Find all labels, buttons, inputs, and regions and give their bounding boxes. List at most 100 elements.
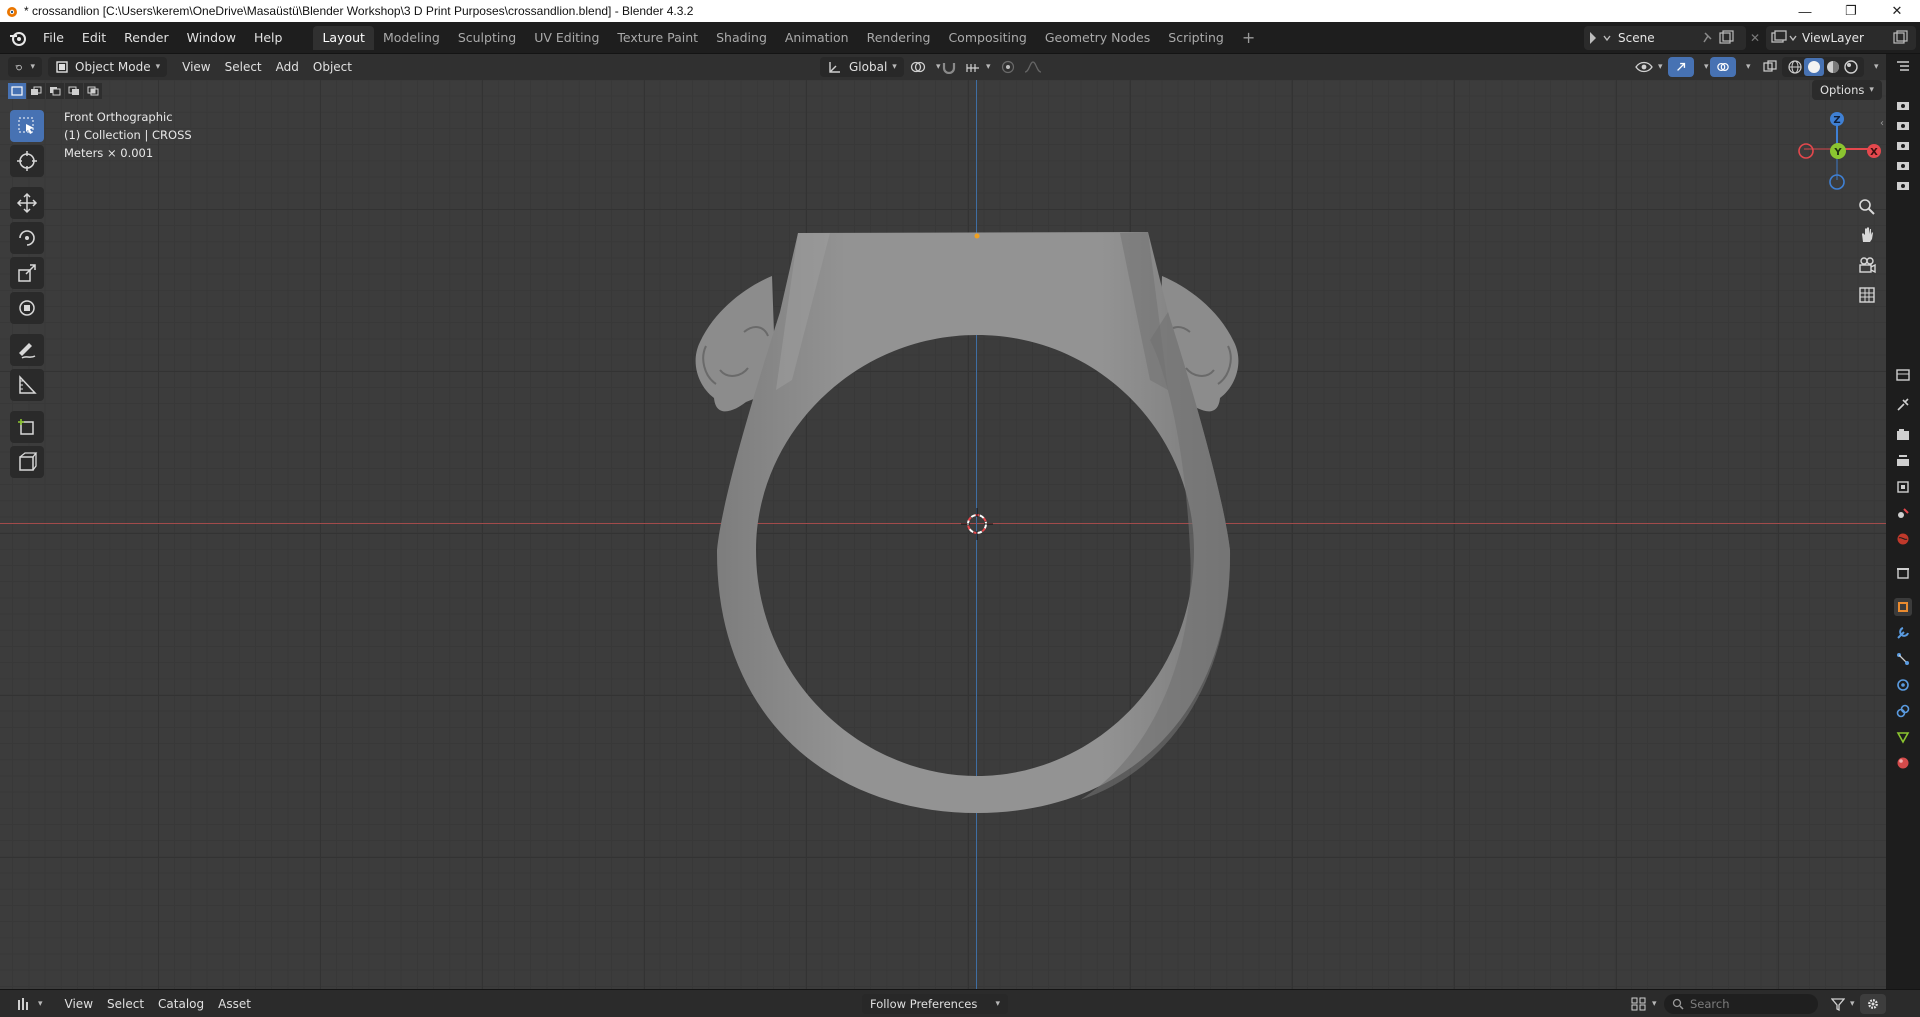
menu-add[interactable]: Add — [269, 57, 306, 77]
gizmo-neg-x-icon[interactable] — [1798, 143, 1814, 159]
camera-snapshot-icon[interactable] — [1894, 96, 1912, 114]
asset-library-dropdown[interactable]: Follow Preferences ▾ — [862, 994, 1008, 1014]
select-new-icon[interactable] — [8, 83, 26, 99]
pin-icon[interactable] — [1700, 30, 1716, 46]
camera-snapshot-icon[interactable] — [1894, 116, 1912, 134]
collection-properties-icon[interactable] — [1894, 564, 1912, 582]
new-view-layer-icon[interactable] — [1890, 30, 1916, 46]
object-visibility-dropdown[interactable]: ▾ — [1628, 57, 1670, 77]
scene-selector[interactable]: Scene — [1584, 26, 1746, 50]
tab-modeling[interactable]: Modeling — [374, 26, 449, 50]
menu-view[interactable]: View — [175, 57, 217, 77]
camera-view-button[interactable] — [1850, 252, 1884, 278]
menu-help[interactable]: Help — [245, 26, 292, 50]
close-button[interactable]: ✕ — [1874, 0, 1920, 22]
mode-dropdown[interactable]: Object Mode ▾ — [48, 57, 168, 77]
output-properties-icon[interactable] — [1894, 452, 1912, 470]
select-intersect-icon[interactable] — [84, 83, 102, 99]
options-dropdown[interactable]: Options ▾ — [1812, 80, 1882, 100]
transform-tool[interactable] — [10, 292, 44, 324]
select-invert-icon[interactable] — [65, 83, 83, 99]
view-layer-properties-icon[interactable] — [1894, 478, 1912, 496]
filter-dropdown[interactable]: ▾ — [1824, 994, 1862, 1014]
render-properties-icon[interactable] — [1894, 426, 1912, 444]
camera-snapshot-icon[interactable] — [1894, 176, 1912, 194]
wireframe-shading-icon[interactable] — [1786, 59, 1804, 75]
measure-tool[interactable] — [10, 369, 44, 401]
material-preview-icon[interactable] — [1824, 59, 1842, 75]
proportional-falloff-button[interactable] — [1016, 57, 1050, 77]
scene-name[interactable]: Scene — [1618, 31, 1700, 45]
asset-menu-asset[interactable]: Asset — [211, 994, 258, 1014]
menu-object[interactable]: Object — [306, 57, 359, 77]
asset-settings-button[interactable] — [1860, 993, 1886, 1014]
tab-shading[interactable]: Shading — [707, 26, 776, 50]
asset-menu-view[interactable]: View — [58, 994, 100, 1014]
menu-render[interactable]: Render — [115, 26, 178, 50]
physics-properties-icon[interactable] — [1894, 676, 1912, 694]
tab-texture-paint[interactable]: Texture Paint — [608, 26, 707, 50]
material-properties-icon[interactable] — [1894, 754, 1912, 772]
tool-properties-icon[interactable] — [1894, 396, 1912, 414]
asset-editor-type-button[interactable]: ▾ — [10, 994, 50, 1014]
annotate-tool[interactable] — [10, 334, 44, 366]
data-properties-icon[interactable] — [1894, 728, 1912, 746]
camera-snapshot-icon[interactable] — [1894, 136, 1912, 154]
tab-animation[interactable]: Animation — [776, 26, 858, 50]
shading-options-dropdown[interactable]: ▾ — [1862, 57, 1886, 77]
3d-cursor-icon[interactable] — [961, 508, 993, 540]
scale-tool[interactable] — [10, 257, 44, 289]
tab-rendering[interactable]: Rendering — [858, 26, 940, 50]
ring-model[interactable] — [0, 80, 1886, 989]
menu-edit[interactable]: Edit — [73, 26, 115, 50]
scene-properties-icon[interactable] — [1894, 504, 1912, 522]
menu-file[interactable]: File — [34, 26, 73, 50]
modifier-properties-icon[interactable] — [1894, 624, 1912, 642]
zoom-button[interactable] — [1850, 194, 1884, 220]
overlay-options-dropdown[interactable]: ▾ — [1734, 57, 1758, 77]
asset-menu-catalog[interactable]: Catalog — [151, 994, 211, 1014]
editor-tool[interactable] — [10, 446, 44, 478]
show-gizmo-toggle[interactable] — [1668, 57, 1694, 77]
tab-sculpting[interactable]: Sculpting — [449, 26, 525, 50]
xray-toggle[interactable] — [1756, 57, 1784, 77]
solid-shading-icon[interactable] — [1804, 58, 1824, 76]
object-properties-icon[interactable] — [1894, 598, 1912, 616]
add-cube-tool[interactable] — [10, 411, 44, 443]
outliner-editor-icon[interactable] — [1894, 58, 1912, 76]
asset-menu-select[interactable]: Select — [100, 994, 151, 1014]
world-properties-icon[interactable] — [1894, 530, 1912, 548]
tab-scripting[interactable]: Scripting — [1159, 26, 1233, 50]
new-scene-icon[interactable] — [1716, 30, 1746, 46]
asset-search-input[interactable]: Search — [1664, 994, 1818, 1014]
rendered-shading-icon[interactable] — [1842, 59, 1860, 75]
rotate-tool[interactable] — [10, 222, 44, 254]
cursor-tool[interactable] — [10, 145, 44, 177]
menu-select[interactable]: Select — [218, 57, 269, 77]
3d-viewport[interactable]: Front Orthographic (1) Collection | CROS… — [0, 80, 1886, 989]
show-overlays-toggle[interactable] — [1710, 57, 1736, 77]
tab-uv-editing[interactable]: UV Editing — [525, 26, 608, 50]
tab-layout[interactable]: Layout — [313, 25, 374, 50]
select-box-tool[interactable] — [10, 110, 44, 142]
scene-remove-icon[interactable]: ✕ — [1750, 26, 1762, 50]
tab-compositing[interactable]: Compositing — [939, 26, 1035, 50]
camera-snapshot-icon[interactable] — [1894, 156, 1912, 174]
snap-target-dropdown[interactable]: ▾ — [958, 57, 998, 77]
add-workspace-button[interactable]: + — [1233, 26, 1264, 50]
sidebar-toggle-chevron-icon[interactable]: ‹ — [1880, 118, 1884, 129]
transform-orientation-dropdown[interactable]: Global ▾ — [820, 57, 904, 77]
toggle-ortho-button[interactable] — [1850, 282, 1884, 308]
select-extend-icon[interactable] — [27, 83, 45, 99]
move-tool[interactable] — [10, 187, 44, 219]
menu-window[interactable]: Window — [178, 26, 245, 50]
view-layer-selector[interactable]: ViewLayer — [1766, 26, 1916, 50]
navigation-gizmo[interactable]: Z X Y — [1796, 108, 1884, 196]
view-layer-name[interactable]: ViewLayer — [1802, 31, 1890, 45]
blender-logo-icon[interactable] — [8, 28, 28, 48]
tab-geometry-nodes[interactable]: Geometry Nodes — [1036, 26, 1159, 50]
editor-type-button[interactable]: ▾ — [8, 57, 42, 77]
maximize-button[interactable]: ❐ — [1828, 0, 1874, 22]
particle-properties-icon[interactable] — [1894, 650, 1912, 668]
select-subtract-icon[interactable] — [46, 83, 64, 99]
